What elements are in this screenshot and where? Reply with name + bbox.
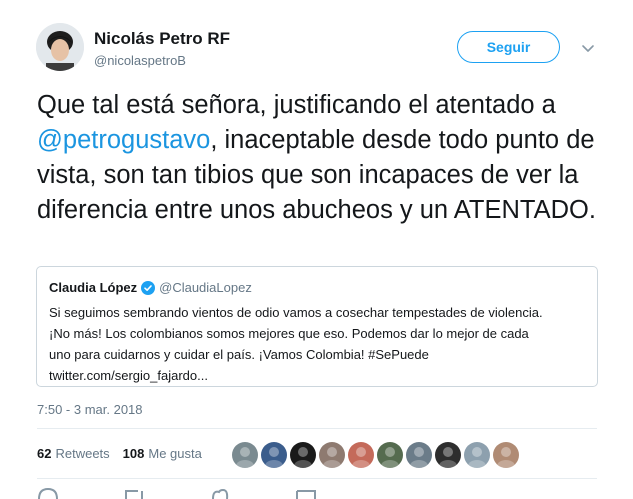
- divider: [37, 478, 597, 479]
- quoted-line: ¡No más! Los colombianos somos mejores q…: [49, 326, 529, 341]
- like-icon[interactable]: [209, 487, 231, 499]
- liker-avatar[interactable]: [290, 442, 316, 468]
- retweets-count: 62: [37, 446, 52, 461]
- liker-avatar[interactable]: [348, 442, 374, 468]
- author-avatar[interactable]: [36, 23, 84, 71]
- follow-button[interactable]: Seguir: [457, 31, 560, 63]
- author-name[interactable]: Nicolás Petro RF: [94, 29, 230, 49]
- liker-avatar[interactable]: [435, 442, 461, 468]
- tweet-stats: 62 Retweets 108 Me gusta: [37, 446, 202, 461]
- liker-avatar[interactable]: [261, 442, 287, 468]
- quoted-tweet-text: Si seguimos sembrando vientos de odio va…: [49, 302, 586, 386]
- quoted-line: uno para cuidarnos y cuidar el país. ¡Va…: [49, 347, 429, 362]
- quoted-author-name: Claudia López: [49, 280, 138, 295]
- liker-avatar[interactable]: [232, 442, 258, 468]
- chevron-down-icon[interactable]: [580, 40, 596, 56]
- tweet-actions: [37, 487, 317, 499]
- tweet-text-part1: Que tal está señora, justificando el ate…: [37, 91, 556, 119]
- likers-avatars: [232, 442, 522, 468]
- quoted-tweet-header: Claudia López @ClaudiaLopez: [49, 280, 586, 295]
- tweet-timestamp[interactable]: 7:50 - 3 mar. 2018: [37, 402, 143, 417]
- liker-avatar[interactable]: [406, 442, 432, 468]
- tweet-text: Que tal está señora, justificando el ate…: [37, 88, 617, 228]
- liker-avatar[interactable]: [319, 442, 345, 468]
- quoted-link[interactable]: twitter.com/sergio_fajardo...: [49, 365, 586, 386]
- quoted-tweet[interactable]: Claudia López @ClaudiaLopez Si seguimos …: [36, 266, 598, 387]
- likes-stat[interactable]: 108 Me gusta: [123, 446, 202, 461]
- follow-label: Seguir: [486, 39, 531, 55]
- divider: [37, 428, 597, 429]
- mention-link[interactable]: @petrogustavo: [37, 126, 210, 154]
- retweet-icon[interactable]: [123, 487, 145, 499]
- liker-avatar[interactable]: [377, 442, 403, 468]
- quoted-author-handle: @ClaudiaLopez: [159, 280, 252, 295]
- author-handle[interactable]: @nicolaspetroB: [94, 53, 186, 68]
- retweets-stat[interactable]: 62 Retweets: [37, 446, 110, 461]
- verified-badge-icon: [141, 280, 156, 295]
- reply-icon[interactable]: [37, 487, 59, 499]
- liker-avatar[interactable]: [493, 442, 519, 468]
- likes-count: 108: [122, 446, 145, 461]
- retweets-label: Retweets: [55, 446, 110, 461]
- quoted-line: Si seguimos sembrando vientos de odio va…: [49, 305, 543, 320]
- likes-label: Me gusta: [148, 446, 202, 461]
- message-icon[interactable]: [295, 487, 317, 499]
- liker-avatar[interactable]: [464, 442, 490, 468]
